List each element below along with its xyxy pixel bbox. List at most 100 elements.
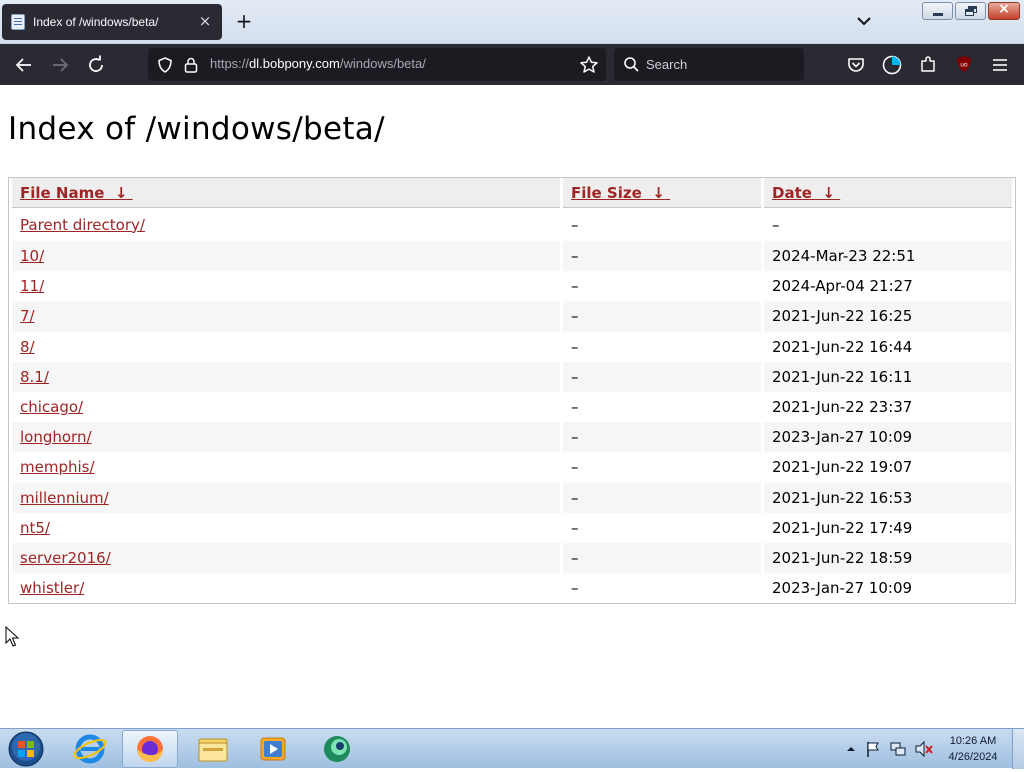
network-icon[interactable] bbox=[889, 740, 907, 758]
media-player-icon bbox=[260, 737, 286, 761]
taskbar-internet-explorer[interactable] bbox=[62, 730, 118, 768]
table-row: 11/ – 2024-Apr-04 21:27 bbox=[12, 271, 1012, 301]
table-row: longhorn/ – 2023-Jan-27 10:09 bbox=[12, 422, 1012, 453]
taskbar-media-player[interactable] bbox=[245, 730, 301, 768]
new-tab-button[interactable]: + bbox=[233, 10, 255, 32]
lock-icon[interactable] bbox=[183, 56, 199, 74]
directory-link[interactable]: 7/ bbox=[20, 307, 35, 325]
tab-title: Index of /windows/beta/ bbox=[33, 15, 159, 29]
file-listing-table: File Name ↓ File Size ↓ Date ↓ Parent di… bbox=[8, 177, 1016, 605]
page-title: Index of /windows/beta/ bbox=[8, 111, 385, 147]
sort-by-file-name-link[interactable]: File Name ↓ bbox=[20, 184, 133, 202]
date-cell: 2021-Jun-22 16:44 bbox=[772, 337, 913, 356]
file-size-cell: – bbox=[563, 482, 761, 513]
directory-link[interactable]: whistler/ bbox=[20, 579, 84, 597]
system-clock[interactable]: 10:26 AM 4/26/2024 bbox=[944, 733, 1002, 765]
file-size-cell: – bbox=[571, 277, 579, 296]
directory-link[interactable]: 8.1/ bbox=[20, 368, 49, 386]
extensions-puzzle-icon[interactable] bbox=[918, 54, 938, 74]
file-size-cell: – bbox=[563, 542, 761, 574]
taskbar-firefox[interactable] bbox=[122, 730, 178, 768]
close-window-button[interactable]: × bbox=[988, 1, 1020, 20]
date-cell: 2021-Jun-22 19:07 bbox=[772, 458, 913, 477]
tab-strip: Index of /windows/beta/ × + × bbox=[0, 0, 1024, 44]
directory-link[interactable]: 11/ bbox=[20, 277, 44, 295]
firefox-account-icon[interactable] bbox=[881, 54, 903, 76]
date-cell: 2024-Mar-23 22:51 bbox=[764, 241, 1012, 272]
forward-icon[interactable] bbox=[47, 52, 73, 78]
table-row: nt5/ – 2021-Jun-22 17:49 bbox=[12, 513, 1012, 543]
tab-active[interactable]: Index of /windows/beta/ × bbox=[2, 4, 222, 40]
date-cell: 2023-Jan-27 10:09 bbox=[764, 422, 1012, 453]
file-size-cell: – bbox=[563, 361, 761, 392]
app-icon bbox=[324, 736, 350, 762]
pocket-icon[interactable] bbox=[846, 55, 866, 75]
bookmark-star-icon[interactable] bbox=[579, 55, 599, 75]
column-header-date: Date ↓ bbox=[764, 178, 1012, 208]
date-cell: – bbox=[772, 215, 780, 234]
column-header-file-name: File Name ↓ bbox=[12, 178, 560, 208]
search-icon bbox=[624, 57, 639, 72]
volume-muted-icon[interactable] bbox=[914, 740, 934, 758]
minimize-button[interactable] bbox=[922, 2, 953, 20]
table-row: whistler/ – 2023-Jan-27 10:09 bbox=[12, 573, 1012, 603]
table-row: 10/ – 2024-Mar-23 22:51 bbox=[12, 241, 1012, 272]
table-row: server2016/ – 2021-Jun-22 18:59 bbox=[12, 542, 1012, 574]
tab-close-icon[interactable]: × bbox=[196, 12, 214, 30]
directory-link[interactable]: nt5/ bbox=[20, 519, 50, 537]
sort-by-file-size-link[interactable]: File Size ↓ bbox=[571, 184, 670, 202]
table-row: 8.1/ – 2021-Jun-22 16:11 bbox=[12, 361, 1012, 392]
directory-link[interactable]: Parent directory/ bbox=[20, 216, 145, 234]
window-controls: × bbox=[922, 1, 1020, 20]
clock-date: 4/26/2024 bbox=[948, 751, 998, 763]
search-placeholder: Search bbox=[646, 57, 688, 72]
list-all-tabs-icon[interactable] bbox=[855, 12, 873, 30]
restore-button[interactable] bbox=[955, 2, 986, 20]
directory-link[interactable]: millennium/ bbox=[20, 489, 109, 507]
date-cell: 2021-Jun-22 16:25 bbox=[764, 301, 1012, 332]
file-size-cell: – bbox=[571, 518, 579, 537]
table-row: millennium/ – 2021-Jun-22 16:53 bbox=[12, 482, 1012, 513]
address-bar[interactable]: https://dl.bobpony.com/windows/beta/ bbox=[148, 48, 606, 81]
internet-explorer-icon bbox=[73, 734, 107, 764]
table-row: Parent directory/ – – bbox=[12, 208, 1012, 241]
date-cell: 2021-Jun-22 17:49 bbox=[772, 518, 913, 537]
search-box[interactable]: Search bbox=[614, 48, 804, 81]
file-size-cell: – bbox=[571, 398, 579, 417]
table-row: memphis/ – 2021-Jun-22 19:07 bbox=[12, 452, 1012, 482]
table-row: 7/ – 2021-Jun-22 16:25 bbox=[12, 301, 1012, 332]
directory-link[interactable]: longhorn/ bbox=[20, 428, 92, 446]
table-row: 8/ – 2021-Jun-22 16:44 bbox=[12, 332, 1012, 362]
action-center-flag-icon[interactable] bbox=[865, 740, 881, 758]
page-favicon-icon bbox=[11, 14, 25, 30]
ublock-origin-icon[interactable]: uo bbox=[954, 54, 974, 74]
directory-link[interactable]: 8/ bbox=[20, 338, 35, 356]
directory-link[interactable]: chicago/ bbox=[20, 398, 83, 416]
sort-by-date-link[interactable]: Date ↓ bbox=[772, 184, 840, 202]
show-hidden-icons-chevron-icon[interactable] bbox=[846, 744, 856, 754]
menu-hamburger-icon[interactable] bbox=[990, 55, 1010, 75]
taskbar-file-explorer[interactable] bbox=[185, 730, 241, 768]
sort-arrow-icon: ↓ bbox=[652, 183, 665, 202]
date-cell: 2021-Jun-22 16:11 bbox=[764, 361, 1012, 392]
url-path: /windows/beta/ bbox=[339, 56, 426, 71]
table-row: chicago/ – 2021-Jun-22 23:37 bbox=[12, 392, 1012, 422]
sort-arrow-icon: ↓ bbox=[114, 183, 128, 202]
date-cell: 2024-Apr-04 21:27 bbox=[772, 277, 913, 296]
url-text[interactable]: https://dl.bobpony.com/windows/beta/ bbox=[210, 56, 426, 71]
show-desktop-button[interactable] bbox=[1012, 729, 1024, 769]
svg-text:uo: uo bbox=[960, 62, 968, 69]
url-host: dl.bobpony.com bbox=[249, 56, 340, 71]
directory-link[interactable]: 10/ bbox=[20, 247, 44, 265]
navigation-toolbar: https://dl.bobpony.com/windows/beta/ Sea… bbox=[0, 44, 1024, 85]
clock-time: 10:26 AM bbox=[949, 735, 997, 747]
back-icon[interactable] bbox=[11, 52, 37, 78]
start-orb-icon[interactable] bbox=[6, 730, 46, 768]
directory-link[interactable]: server2016/ bbox=[20, 549, 111, 567]
taskbar-app[interactable] bbox=[309, 730, 365, 768]
firefox-icon bbox=[137, 736, 163, 762]
reload-icon[interactable] bbox=[83, 52, 109, 78]
file-size-cell: – bbox=[571, 579, 579, 598]
tracking-protection-shield-icon[interactable] bbox=[156, 56, 174, 74]
directory-link[interactable]: memphis/ bbox=[20, 458, 95, 476]
